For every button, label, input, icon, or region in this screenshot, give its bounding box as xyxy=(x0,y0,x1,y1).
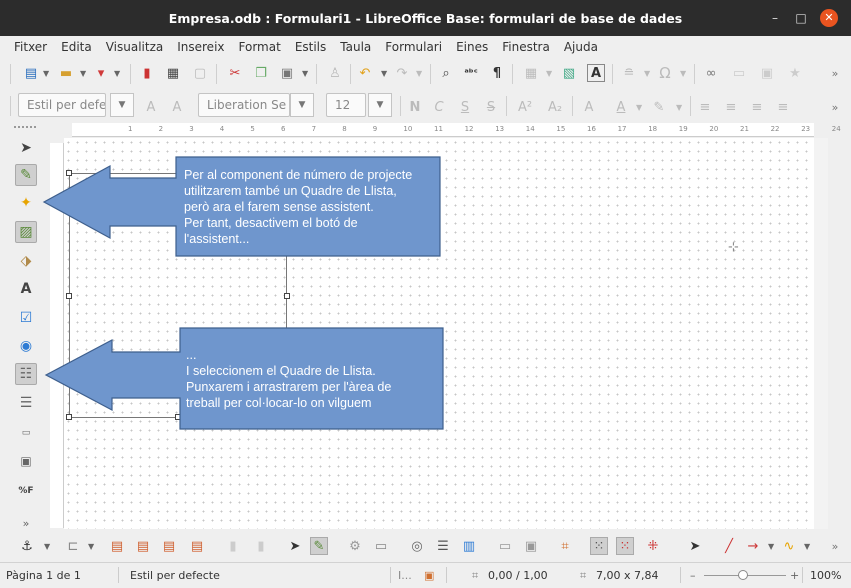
size-readout: 7,00 x 7,84 xyxy=(596,569,659,582)
separator xyxy=(680,567,681,583)
zoom-level[interactable]: 100% xyxy=(810,569,841,582)
separator xyxy=(118,567,119,583)
to-background-icon[interactable]: ▮ xyxy=(252,537,270,555)
position-icon: ⌗ xyxy=(472,569,479,582)
page-indicator[interactable]: Pàgina 1 de 1 xyxy=(6,569,81,582)
form-navigator-icon[interactable]: ◎ xyxy=(408,537,426,555)
callout-arrow-shape xyxy=(44,327,444,430)
callout-text: ... I seleccionem el Quadre de Llista. P… xyxy=(186,348,392,410)
size-icon: ⌗ xyxy=(580,569,587,582)
bring-to-front-icon[interactable]: ▤ xyxy=(108,537,126,555)
automatic-control-focus-icon[interactable]: ▣ xyxy=(522,537,540,555)
separator xyxy=(802,567,803,583)
align-objects-icon[interactable]: ⊏ xyxy=(64,537,82,555)
select-objects-icon[interactable]: ➤ xyxy=(686,537,704,555)
position-size-icon[interactable]: ⌗ xyxy=(556,537,574,555)
select-icon[interactable]: ➤ xyxy=(286,537,304,555)
send-to-back-icon[interactable]: ▤ xyxy=(188,537,206,555)
line-arrow-icon[interactable]: → xyxy=(744,537,762,555)
separator xyxy=(390,567,391,583)
zoom-in-icon[interactable]: + xyxy=(790,569,799,582)
page-style-indicator[interactable]: Estil per defecte xyxy=(130,569,220,582)
align-dropdown-icon[interactable]: ▼ xyxy=(88,537,96,555)
position-readout: 0,00 / 1,00 xyxy=(488,569,548,582)
open-in-design-mode-icon[interactable]: ▭ xyxy=(496,537,514,555)
curve-dropdown-icon[interactable]: ▼ xyxy=(804,537,812,555)
bring-forward-icon[interactable]: ▤ xyxy=(134,537,152,555)
to-foreground-icon[interactable]: ▮ xyxy=(224,537,242,555)
helplines-while-moving-icon[interactable]: ⁜ xyxy=(644,537,662,555)
display-grid-icon[interactable]: ⁙ xyxy=(590,537,608,555)
send-backward-icon[interactable]: ▤ xyxy=(160,537,178,555)
curve-icon[interactable]: ∿ xyxy=(780,537,798,555)
separator xyxy=(446,567,447,583)
zoom-out-icon[interactable]: – xyxy=(690,569,696,582)
zoom-slider-thumb[interactable] xyxy=(738,570,748,580)
line-dropdown-icon[interactable]: ▼ xyxy=(768,537,776,555)
status-bar: Pàgina 1 de 1 Estil per defecte I... ▣ ⌗… xyxy=(0,562,851,588)
insert-mode-icon[interactable]: I... xyxy=(398,569,412,582)
activation-order-icon[interactable]: ▥ xyxy=(460,537,478,555)
form-design-toolbar: ⚓ ▼ ⊏ ▼ ▤ ▤ ▤ ▤ ▮ ▮ ➤ ✎ ⚙ ▭ ◎ ☰ ▥ ▭ ▣ ⌗ … xyxy=(0,530,851,562)
design-mode-toggle-icon[interactable]: ✎ xyxy=(310,537,328,555)
line-icon[interactable]: ╱ xyxy=(720,537,738,555)
snap-to-grid-icon[interactable]: ⁙ xyxy=(616,537,634,555)
document-modified-icon[interactable]: ▣ xyxy=(424,569,434,582)
more-draw-options-icon[interactable]: » xyxy=(826,537,844,555)
anchor-icon[interactable]: ⚓ xyxy=(18,537,36,555)
add-field-icon[interactable]: ☰ xyxy=(434,537,452,555)
form-properties-icon[interactable]: ▭ xyxy=(372,537,390,555)
anchor-dropdown-icon[interactable]: ▼ xyxy=(44,537,52,555)
control-properties-icon[interactable]: ⚙ xyxy=(346,537,364,555)
